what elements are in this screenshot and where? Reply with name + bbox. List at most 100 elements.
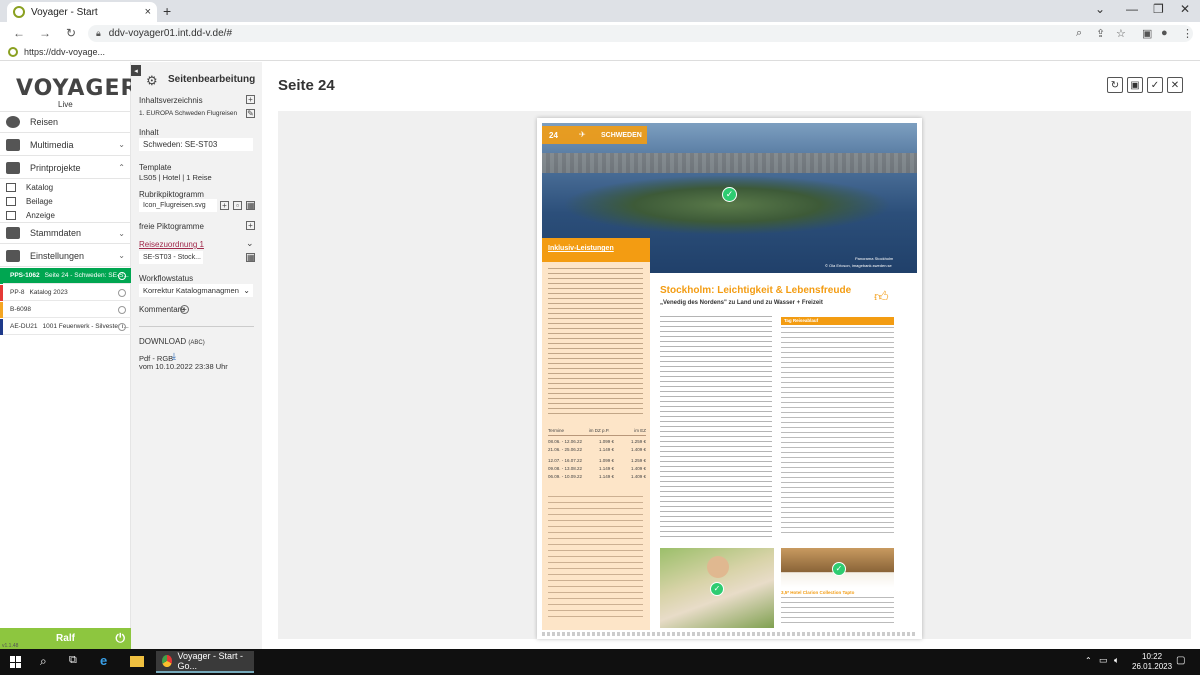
add-pictogram-icon[interactable]: + — [246, 221, 255, 230]
taskbar-clock[interactable]: 10:22 26.01.2023 — [1132, 652, 1172, 672]
toc-item[interactable]: 1. EUROPA Schweden Flugreisen — [139, 110, 237, 117]
menu-multimedia[interactable]: Multimedia ⌄ — [0, 134, 131, 156]
tab-search-icon[interactable]: ⌄ — [1095, 2, 1105, 16]
approved-check-icon[interactable]: ✓ — [832, 562, 846, 576]
project-item[interactable]: AE-DU21 1001 Feuerwerk - Silvester i... — [0, 319, 131, 335]
price-row: 06.09. - 10.09.22 1.149 € 1.409 € — [548, 474, 646, 479]
profile-icon[interactable]: ● — [1161, 27, 1168, 39]
project-close-icon[interactable] — [118, 288, 126, 297]
add-toc-icon[interactable]: + — [246, 95, 255, 104]
menu-reisen[interactable]: Reisen — [0, 111, 131, 133]
price-cell: 12.07. - 16.07.22 — [548, 458, 583, 463]
edit-toc-icon[interactable]: ✎ — [246, 109, 255, 118]
approve-icon[interactable]: ✓ — [1147, 77, 1163, 93]
save-icon[interactable]: ▣ — [1127, 77, 1143, 93]
user-bar[interactable]: Ralf ⏻ — [0, 628, 131, 649]
travel-assignment-label[interactable]: Reisezuordnung 1 — [139, 240, 204, 249]
tab-close-icon[interactable]: × — [145, 6, 151, 18]
menu-icon[interactable]: ⋮ — [1182, 27, 1193, 40]
download-text: DOWNLOAD — [139, 337, 187, 346]
notification-icon[interactable]: ▢ — [1176, 655, 1185, 666]
workflow-select[interactable]: Korrektur Katalogmanagmen ⌄ — [139, 284, 253, 297]
price-cell: 1.259 € — [630, 439, 646, 444]
close-window-icon[interactable]: ✕ — [1180, 2, 1190, 16]
address-bar[interactable]: 🔒︎ ddv-voyager01.int.dd-v.de/# — [88, 25, 1193, 42]
download-abc: (ABC) — [188, 340, 205, 346]
project-color-bar — [0, 319, 3, 335]
menu-einstellungen[interactable]: Einstellungen ⌄ — [0, 245, 131, 267]
share-icon[interactable]: ⇪ — [1096, 27, 1105, 40]
back-icon[interactable]: ← — [12, 26, 26, 40]
download-icon[interactable]: ⤓ — [172, 351, 176, 362]
bookmark-star-icon[interactable]: ☆ — [1116, 27, 1126, 40]
gallery-rubric-icon[interactable]: ▦ — [246, 201, 255, 210]
add-rubric-icon[interactable]: + — [220, 201, 229, 210]
template-value: LS05 | Hotel | 1 Reise — [139, 173, 212, 182]
workflow-label: Workflowstatus — [139, 274, 194, 283]
refresh-icon[interactable]: ↻ — [1107, 77, 1123, 93]
project-close-icon[interactable] — [118, 305, 126, 314]
sidepanel-icon[interactable]: ▣ — [1142, 27, 1152, 40]
network-icon[interactable]: ▭ — [1099, 655, 1108, 666]
divider — [139, 326, 254, 327]
price-header-cell: im DZ p.P. — [588, 428, 610, 433]
chevron-down-icon[interactable]: ⌄ — [246, 238, 254, 249]
project-close-icon[interactable] — [118, 271, 126, 280]
gallery-travel-icon[interactable]: ▦ — [246, 253, 255, 262]
new-tab-button[interactable]: + — [163, 3, 171, 19]
project-item[interactable]: B-6098 — [0, 302, 131, 318]
collapse-sidebar-icon[interactable]: ◂ — [131, 65, 141, 76]
url-text: ddv-voyager01.int.dd-v.de/# — [108, 28, 233, 39]
price-cell: 1.099 € — [599, 439, 615, 444]
list-icon — [6, 227, 20, 239]
content-field[interactable]: Schweden: SE-ST03 — [139, 138, 253, 151]
approved-check-icon[interactable]: ✓ — [722, 187, 737, 202]
project-close-icon[interactable] — [118, 322, 126, 331]
catalog-country: SCHWEDEN — [601, 132, 642, 139]
rubric-label: Rubrikpiktogramm — [139, 190, 204, 199]
project-item[interactable]: PP-8 Katalog 2023 — [0, 285, 131, 301]
zoom-icon[interactable]: ⌕ — [1076, 27, 1082, 40]
tray-chevron-icon[interactable]: ⌃ — [1085, 656, 1092, 665]
volume-icon[interactable]: 🔈︎ — [1114, 655, 1119, 666]
browser-tab[interactable]: Voyager - Start × — [7, 2, 157, 22]
globe-icon — [6, 116, 20, 128]
city-skyline — [542, 153, 917, 173]
bookmark-bar: https://ddv-voyage... — [0, 44, 1200, 61]
itinerary-header: Tag Reiseablauf — [781, 317, 894, 325]
search-icon[interactable]: ⌕ — [40, 654, 47, 669]
catalog-page[interactable]: 24 ✈ SCHWEDEN ✓ Panorama Stockholm © Ola… — [537, 118, 922, 639]
task-view-icon[interactable]: ⧉ — [69, 654, 77, 667]
power-icon[interactable]: ⏻ — [116, 631, 126, 646]
menu-stammdaten[interactable]: Stammdaten ⌄ — [0, 222, 131, 244]
submenu-beilage[interactable]: Beilage — [0, 194, 131, 208]
forward-icon[interactable]: → — [38, 26, 52, 40]
file-explorer-icon[interactable] — [130, 656, 144, 667]
menu-printprojekte[interactable]: Printprojekte ⌃ — [0, 157, 131, 179]
maximize-icon[interactable]: ❐ — [1153, 2, 1164, 16]
submenu-anzeige[interactable]: Anzeige — [0, 208, 131, 222]
reload-icon[interactable]: ↻ — [64, 26, 78, 40]
submenu-katalog[interactable]: Katalog — [0, 180, 131, 194]
project-title: Seite 24 - Schweden: SE-S... — [44, 272, 129, 279]
voyager-logo: VOYAGER — [16, 76, 139, 101]
add-comment-icon[interactable]: + — [180, 305, 189, 314]
catalog-icon — [6, 182, 16, 192]
settings-gear-icon: ⚙ — [146, 73, 158, 88]
taskbar-chrome-item[interactable]: Voyager - Start - Go... — [156, 651, 254, 673]
minimize-icon[interactable]: — — [1126, 2, 1138, 16]
pdf-date: vom 10.10.2022 23:38 Uhr — [139, 362, 228, 371]
bookmark-item[interactable]: https://ddv-voyage... — [24, 47, 105, 57]
price-cell: 1.259 € — [630, 458, 646, 463]
price-cell: 1.409 € — [630, 466, 646, 471]
approved-check-icon[interactable]: ✓ — [710, 582, 724, 596]
rubric-field[interactable]: Icon_Flugreisen.svg — [139, 199, 217, 212]
travel-field[interactable]: SE-ST03 - Stock... — [139, 251, 203, 264]
edge-icon[interactable]: e — [100, 653, 107, 668]
project-item-active[interactable]: PPS-1062 Seite 24 - Schweden: SE-S... — [0, 268, 131, 284]
close-icon[interactable]: ✕ — [1167, 77, 1183, 93]
photo-caption: Panorama Stockholm — [855, 256, 894, 261]
windows-start-icon[interactable] — [10, 656, 22, 668]
portrait-shape — [707, 556, 729, 578]
delete-rubric-icon[interactable]: ▫ — [233, 201, 242, 210]
